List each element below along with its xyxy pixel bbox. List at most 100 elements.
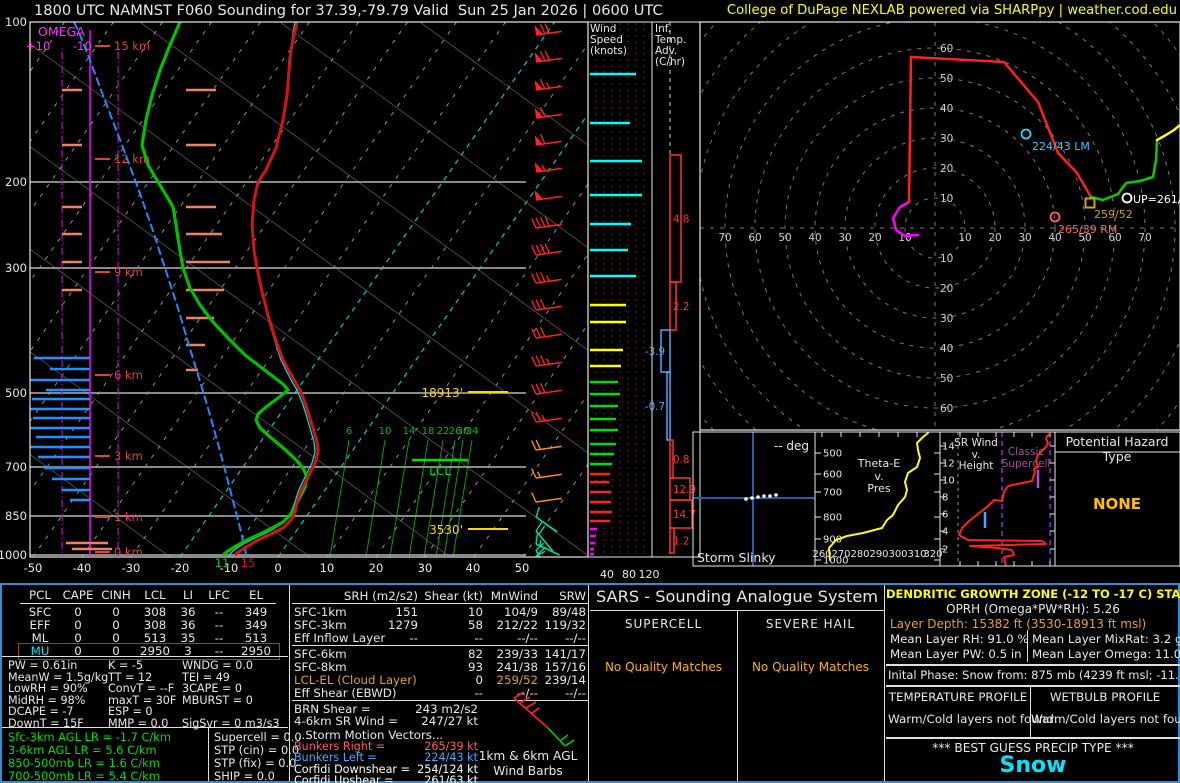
temp-adv-panel: 4.8 2.2 -3.9 -0.7 0.8 12.9 14.7 1.2 bbox=[645, 21, 701, 558]
svg-text:265/39 RM: 265/39 RM bbox=[1058, 223, 1117, 236]
sars-panel: SARS - Sounding Analogue System SUPERCEL… bbox=[590, 584, 884, 781]
svg-text:700: 700 bbox=[5, 460, 27, 474]
svg-text:30: 30 bbox=[940, 313, 953, 325]
svg-text:290: 290 bbox=[869, 549, 888, 560]
dgz-mean-mixrat: Mean Layer MixRat: 3.2 g/kg bbox=[1032, 632, 1180, 646]
svg-text:18913': 18913' bbox=[422, 386, 463, 400]
pcl-cell: 308 bbox=[143, 618, 167, 632]
svg-text:50: 50 bbox=[515, 561, 530, 575]
dgz-layer-depth: Layer Depth: 15382 ft (3530-18913 ft msl… bbox=[890, 617, 1147, 631]
composite-index-item: SHIP = 0.0 bbox=[214, 768, 275, 783]
skewt-area: 6 10 14 18 22 26303415 km12 km9 km6 km3 km1 k… bbox=[30, 22, 588, 557]
thermo-item: MBURST = 0 bbox=[182, 693, 253, 707]
svg-text:2.2: 2.2 bbox=[673, 301, 689, 313]
kin-cell: SRW bbox=[559, 589, 586, 603]
svg-text:8: 8 bbox=[942, 493, 948, 504]
sars-supercell-header: SUPERCELL bbox=[624, 617, 703, 631]
kin-cell: --/-- bbox=[516, 631, 538, 645]
svg-text:10: 10 bbox=[940, 193, 953, 205]
svg-text:70: 70 bbox=[718, 232, 731, 244]
dgz-mean-rh: Mean Layer RH: 91.0 % bbox=[890, 632, 1029, 646]
omega-label: OMEGA bbox=[38, 24, 85, 39]
svg-text:-40: -40 bbox=[73, 561, 92, 575]
mu-highlight-box bbox=[18, 643, 280, 660]
barb-caption-line1: 1km & 6km AGL bbox=[478, 749, 578, 763]
svg-text:UP=261/6: UP=261/6 bbox=[1133, 193, 1180, 206]
svg-text:500: 500 bbox=[5, 386, 27, 400]
kin-cell: 1279 bbox=[387, 618, 418, 632]
svg-text:-50: -50 bbox=[24, 561, 43, 575]
svg-text:30: 30 bbox=[940, 133, 953, 145]
kin-cell: SRH (m2/s2) bbox=[343, 589, 418, 603]
svg-text:14: 14 bbox=[403, 426, 416, 437]
pcl-cell: EL bbox=[248, 588, 264, 602]
svg-text:0.8: 0.8 bbox=[673, 454, 689, 466]
pcl-cell: 0 bbox=[74, 618, 82, 632]
svg-text:0: 0 bbox=[274, 561, 281, 575]
svg-text:100: 100 bbox=[5, 15, 27, 29]
svg-text:6: 6 bbox=[942, 510, 948, 521]
svg-text:2: 2 bbox=[942, 545, 948, 556]
dgz-panel: DENDRITIC GROWTH ZONE (-12 TO -17 C) STA… bbox=[886, 584, 1180, 781]
svg-text:14.7: 14.7 bbox=[673, 509, 696, 521]
lapse-rate-item: Sfc-3km AGL LR = -1.7 C/km bbox=[8, 730, 171, 744]
temp-adv-panel-title: Inf. Temp. Adv. (C/hr) bbox=[655, 23, 687, 68]
kin-cell: 82 bbox=[467, 647, 483, 661]
dgz-mean-omega: Mean Layer Omega: 11.0 ub/s bbox=[1032, 647, 1180, 661]
svg-text:50: 50 bbox=[940, 373, 953, 385]
hazard-value: NONE bbox=[1092, 495, 1142, 513]
pcl-cell: 36 bbox=[180, 618, 196, 632]
kin-cell: 157/16 bbox=[544, 660, 586, 674]
svg-text:1000: 1000 bbox=[0, 548, 27, 562]
svg-text:120: 120 bbox=[639, 568, 660, 581]
kin-cell: 141/17 bbox=[544, 647, 586, 661]
svg-text:30: 30 bbox=[418, 561, 433, 575]
svg-text:-30: -30 bbox=[122, 561, 141, 575]
svg-text:-0.7: -0.7 bbox=[645, 401, 665, 413]
svg-text:11: 11 bbox=[215, 556, 230, 570]
dgz-wetbulb-profile-value: Warm/Cold layers not found. bbox=[1031, 712, 1180, 726]
classic-supercell-label: Classic Supercell bbox=[1001, 446, 1051, 470]
lapse-rate-item: 850-500mb LR = 1.6 C/km bbox=[8, 755, 160, 770]
kin-row-label: SFC-8km bbox=[294, 660, 347, 674]
svg-text:300: 300 bbox=[5, 261, 27, 275]
pcl-cell: CAPE bbox=[62, 588, 94, 602]
kin-cell: -- bbox=[409, 631, 418, 645]
sounding-plot: 6 10 14 18 22 26303415 km12 km9 km6 km3 km1 k… bbox=[0, 15, 1180, 581]
svg-text:280: 280 bbox=[850, 549, 869, 560]
kin-cell: 212/22 bbox=[496, 618, 538, 632]
svg-text:20: 20 bbox=[868, 232, 881, 244]
parcel-thermo-panel: PCL CAPE CINH LCL LI LFC EL SFC 0 0 308 36 -- 349 EFF 0… bbox=[2, 584, 302, 783]
pcl-cell: LFC bbox=[208, 588, 230, 602]
svg-text:4.8: 4.8 bbox=[673, 214, 689, 226]
slinky-deg-label: -- deg bbox=[773, 439, 809, 453]
svg-text:224/43 LM: 224/43 LM bbox=[1032, 140, 1090, 153]
kin-extra-label: 4-6km SR Wind = bbox=[294, 714, 399, 728]
svg-text:18: 18 bbox=[422, 426, 435, 437]
dgz-title: DENDRITIC GROWTH ZONE (-12 TO -17 C) STA… bbox=[886, 587, 1180, 601]
kin-cell: 239/14 bbox=[544, 673, 586, 687]
barb-caption-line2: Wind Barbs bbox=[493, 764, 563, 778]
lapse-rate-item: 3-6km AGL LR = 5.6 C/km bbox=[8, 742, 157, 757]
svg-text:20: 20 bbox=[940, 283, 953, 295]
composite-index-item: STP (cin) = 0.0 bbox=[214, 742, 300, 757]
svg-text:-20: -20 bbox=[171, 561, 190, 575]
svg-text:60: 60 bbox=[748, 232, 761, 244]
svg-text:60: 60 bbox=[940, 43, 953, 55]
dgz-oprh: OPRH (Omega*PW*RH): 5.26 bbox=[946, 602, 1120, 616]
pcl-cell: 0 bbox=[112, 618, 120, 632]
svg-text:40: 40 bbox=[940, 343, 953, 355]
kin-cell: 259/52 bbox=[496, 673, 538, 687]
svg-text:80: 80 bbox=[622, 568, 636, 581]
svg-text:20: 20 bbox=[988, 232, 1001, 244]
kin-cell: 0 bbox=[475, 673, 483, 687]
svg-text:34: 34 bbox=[466, 426, 479, 437]
svg-text:6: 6 bbox=[346, 426, 352, 437]
svg-text:700: 700 bbox=[823, 488, 842, 499]
svg-text:600: 600 bbox=[823, 470, 842, 481]
svg-text:40: 40 bbox=[466, 561, 481, 575]
svg-text:15: 15 bbox=[241, 556, 256, 570]
svg-text:9 km: 9 km bbox=[114, 265, 143, 279]
sars-hail-status: No Quality Matches bbox=[751, 660, 870, 674]
sharppy-sounding-page: 1800 UTC NAMNST F060 Sounding for 37.39,… bbox=[0, 0, 1180, 783]
